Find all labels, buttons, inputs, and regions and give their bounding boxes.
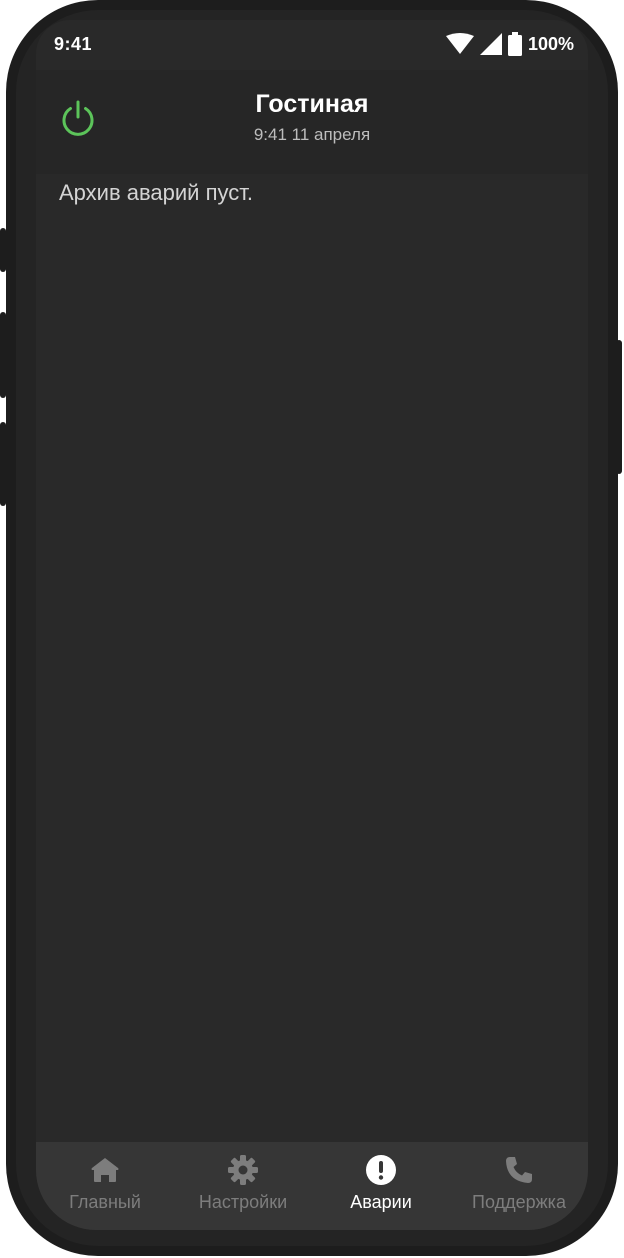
- nav-item-settings[interactable]: Настройки: [174, 1154, 312, 1213]
- nav-item-alarms[interactable]: Аварии: [312, 1154, 450, 1213]
- alert-icon: [366, 1155, 396, 1185]
- home-icon: [91, 1158, 119, 1182]
- side-button-silent: [0, 228, 6, 272]
- battery-icon: [507, 32, 522, 56]
- bottom-nav: Главный Настройки Аварии Поддержка: [36, 1142, 588, 1230]
- battery-percent: 100%: [527, 33, 574, 54]
- gear-icon: [228, 1155, 258, 1185]
- nav-label-settings: Настройки: [198, 1192, 288, 1212]
- phone-icon: [506, 1157, 532, 1183]
- wifi-icon: [445, 33, 474, 54]
- screen: 9:41 100% Гостиная 9:41 11 апреля Архив …: [36, 20, 588, 1230]
- nav-label-support: Поддержка: [472, 1192, 566, 1212]
- nav-label-home: Главный: [69, 1192, 141, 1212]
- side-button-volume-up: [0, 312, 6, 398]
- page-subtitle: 9:41 11 апреля: [253, 125, 371, 144]
- empty-archive-message: Архив аварий пуст.: [59, 180, 254, 205]
- header: Гостиная 9:41 11 апреля: [36, 70, 588, 174]
- status-bar: 9:41 100%: [36, 20, 588, 70]
- page-title: Гостиная: [255, 90, 369, 118]
- signal-icon: [479, 33, 502, 55]
- status-icons: 100%: [445, 32, 574, 56]
- side-button-power: [616, 340, 622, 474]
- nav-item-home[interactable]: Главный: [36, 1154, 174, 1213]
- side-button-volume-down: [0, 422, 6, 506]
- status-time: 9:41: [54, 34, 93, 54]
- nav-item-support[interactable]: Поддержка: [450, 1154, 588, 1213]
- nav-label-alarms: Аварии: [350, 1192, 412, 1212]
